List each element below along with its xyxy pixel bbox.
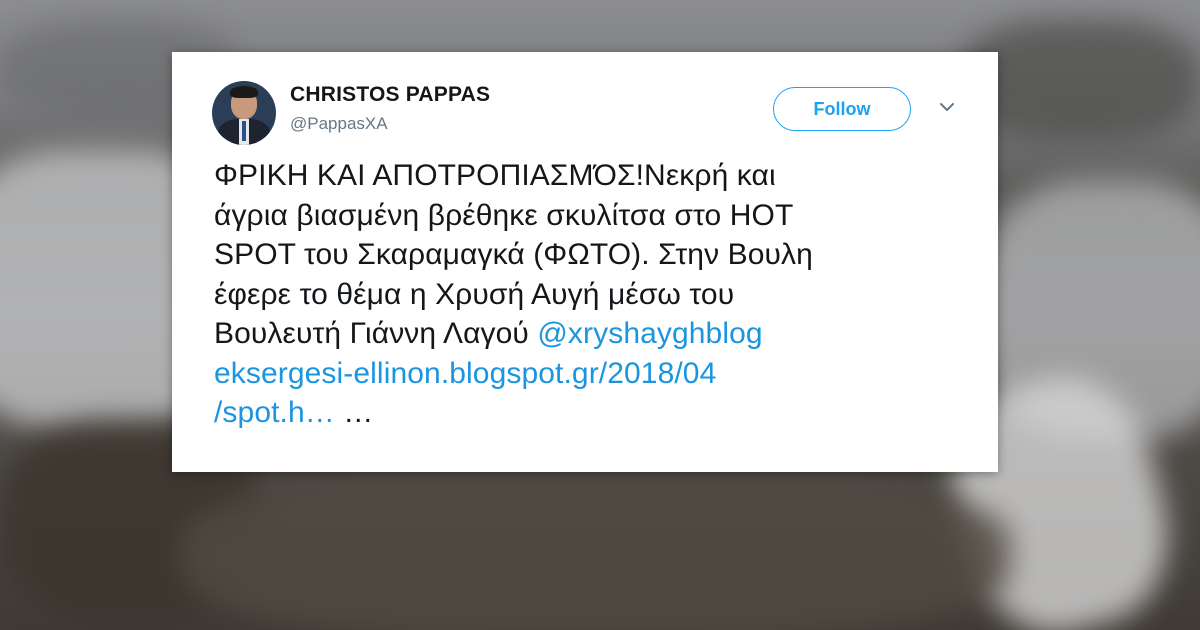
tweet-line: SPOT του Σκαραμαγκά (ΦΩΤΟ). Στην Βουλη — [214, 238, 813, 271]
tweet-line-text: Βουλευτή Γιάννη Λαγού — [214, 317, 538, 350]
truncation-ellipsis: … — [334, 396, 374, 429]
url-link[interactable]: eksergesi-ellinon.blogspot.gr/2018/04 — [214, 357, 716, 390]
url-link-continued[interactable]: /spot.h… — [214, 396, 335, 429]
tweet-line: eksergesi-ellinon.blogspot.gr/2018/04 — [214, 354, 974, 394]
tweet-line: Βουλευτή Γιάννη Λαγού @xryshayghblog — [214, 314, 974, 354]
mention-link[interactable]: @xryshayghblog — [537, 317, 762, 350]
follow-button[interactable]: Follow — [773, 87, 911, 131]
tweet-line: άγρια βιασμένη βρέθηκε σκυλίτσα στο HOT — [214, 198, 794, 232]
tweet-line: /spot.h… … — [214, 393, 974, 433]
author-handle[interactable]: @PappasXA — [290, 114, 388, 134]
chevron-down-icon[interactable] — [938, 100, 956, 114]
tweet-text: ΦΡΙΚΗ ΚΑΙ ΑΠΟΤΡΟΠΙΑΣΜΌΣ!Νεκρή και άγρια … — [214, 156, 974, 433]
tweet-card: CHRISTOS PAPPAS @PappasXA Follow ΦΡΙΚΗ Κ… — [172, 52, 998, 472]
tweet-line: ΦΡΙΚΗ ΚΑΙ ΑΠΟΤΡΟΠΙΑΣΜΌΣ!Νεκρή και — [214, 159, 776, 192]
tweet-line: έφερε το θέμα η Χρυσή Αυγή μέσω του — [214, 277, 735, 311]
author-name[interactable]: CHRISTOS PAPPAS — [290, 83, 490, 107]
avatar[interactable] — [212, 81, 276, 145]
